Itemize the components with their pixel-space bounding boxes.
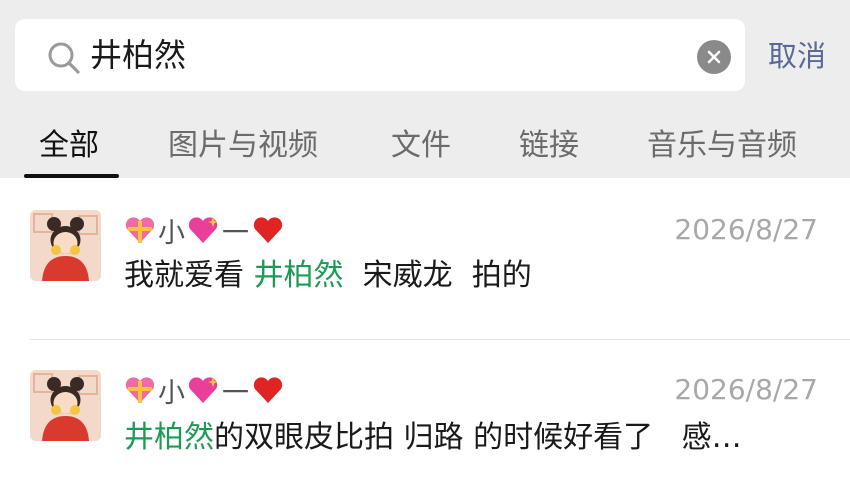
result-item[interactable]: 小 一 2026/8/27 我就爱看 井柏然 宋威龙 拍的	[0, 178, 850, 340]
tab-all[interactable]: 全部	[39, 126, 99, 166]
tab-files[interactable]: 文件	[391, 126, 451, 166]
message-snippet: 井柏然的双眼皮比拍 归路 的时候好看了 感…	[124, 418, 742, 458]
red-heart-emoji	[252, 215, 284, 245]
clear-icon[interactable]	[697, 40, 731, 74]
snippet-text: 的双眼皮比拍 归路 的时候好看了 感…	[214, 420, 742, 455]
timestamp: 2026/8/27	[674, 213, 818, 246]
message-snippet: 我就爱看 井柏然 宋威龙 拍的	[124, 256, 532, 296]
keyword-highlight: 井柏然	[124, 420, 214, 455]
tab-music-audio[interactable]: 音乐与音频	[647, 126, 797, 166]
search-icon	[47, 41, 81, 75]
red-heart-emoji	[252, 375, 284, 405]
sparkling-heart-emoji	[187, 375, 219, 405]
avatar	[30, 210, 101, 281]
filter-tabs: 全部 图片与视频 文件 链接 音乐与音频	[0, 120, 850, 178]
sender-name-prefix: 小	[158, 377, 185, 409]
snippet-text: 我就爱看	[124, 258, 254, 293]
search-bar[interactable]: 井柏然	[15, 19, 745, 91]
result-item[interactable]: 小 一 2026/8/27 井柏然的双眼皮比拍 归路 的时候好看了 感…	[0, 340, 850, 500]
cancel-button[interactable]: 取消	[768, 36, 826, 76]
keyword-highlight: 井柏然	[253, 258, 344, 293]
search-header: 井柏然 取消 全部 图片与视频 文件 链接 音乐与音频	[0, 0, 850, 178]
avatar	[30, 370, 101, 441]
tab-links[interactable]: 链接	[519, 126, 579, 166]
search-input[interactable]: 井柏然	[90, 34, 186, 76]
timestamp: 2026/8/27	[674, 373, 818, 406]
gift-heart-emoji	[124, 215, 156, 245]
sender-name: 小 一	[124, 372, 284, 409]
sender-name-middle: 一	[222, 217, 249, 249]
sender-name: 小 一	[124, 212, 284, 249]
gift-heart-emoji	[124, 375, 156, 405]
sender-name-prefix: 小	[158, 217, 185, 249]
snippet-text: 宋威龙 拍的	[343, 258, 532, 293]
tab-images-videos[interactable]: 图片与视频	[168, 126, 318, 166]
sender-name-middle: 一	[222, 377, 249, 409]
sparkling-heart-emoji	[187, 215, 219, 245]
